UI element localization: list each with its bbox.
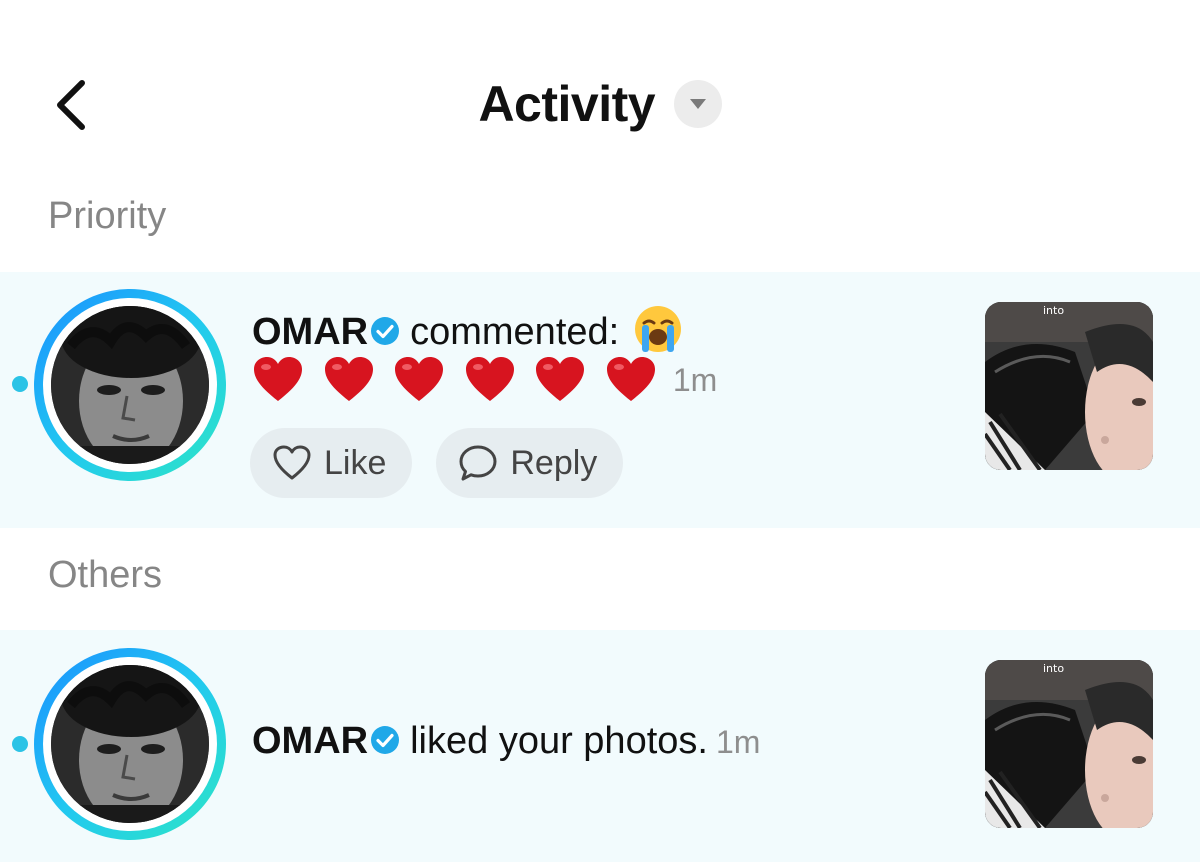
- comment-actions: Like Reply: [250, 428, 624, 498]
- notification-row[interactable]: OMAR liked your photos. 1m into: [0, 630, 1200, 862]
- red-heart-icon: [254, 357, 302, 401]
- heart-outline-icon: [273, 445, 311, 480]
- notification-row[interactable]: OMAR commented: 1m Like Reply into: [0, 272, 1200, 528]
- red-heart-icon: [465, 357, 514, 401]
- username-link[interactable]: OMAR: [252, 311, 368, 353]
- red-heart-icon: [536, 357, 585, 401]
- red-heart-icon: [395, 357, 444, 401]
- avatar-photo: [51, 665, 209, 823]
- username-link[interactable]: OMAR: [252, 720, 368, 762]
- activity-filter-dropdown[interactable]: [673, 80, 722, 128]
- caret-down-icon: [689, 99, 706, 109]
- timestamp: 1m: [672, 361, 718, 398]
- like-label: Like: [324, 443, 387, 482]
- thumbnail-caption: into: [1043, 304, 1065, 317]
- unread-dot: [12, 736, 28, 752]
- title-area: Activity: [0, 72, 1200, 142]
- header: Activity: [0, 0, 1200, 180]
- verified-badge-icon: [371, 726, 400, 754]
- timestamp: 1m: [715, 724, 761, 761]
- page-title: Activity: [478, 76, 656, 132]
- like-button[interactable]: Like: [250, 428, 413, 498]
- comment-text: 1m: [252, 356, 717, 404]
- reply-label: Reply: [510, 443, 598, 482]
- loudly-crying-face-icon: [635, 306, 682, 352]
- unread-dot: [12, 376, 28, 392]
- avatar[interactable]: [34, 648, 226, 840]
- verified-badge-icon: [371, 317, 400, 345]
- section-label-priority: Priority: [48, 195, 167, 237]
- red-heart-icon: [606, 357, 655, 401]
- post-thumbnail[interactable]: into: [985, 302, 1153, 470]
- comment-hearts: [252, 356, 665, 404]
- post-thumbnail[interactable]: into: [985, 660, 1153, 828]
- avatar-photo: [51, 306, 209, 464]
- notification-action: liked your photos.: [410, 720, 708, 762]
- reply-button[interactable]: Reply: [436, 428, 624, 498]
- avatar[interactable]: [34, 289, 226, 481]
- notification-text: OMAR commented:: [252, 304, 683, 354]
- section-label-others: Others: [48, 554, 163, 596]
- notification-action: commented:: [410, 311, 620, 353]
- notification-text: OMAR liked your photos. 1m: [252, 720, 760, 763]
- thumbnail-caption: into: [1043, 662, 1065, 675]
- red-heart-icon: [324, 357, 373, 401]
- speech-bubble-icon: [459, 445, 497, 481]
